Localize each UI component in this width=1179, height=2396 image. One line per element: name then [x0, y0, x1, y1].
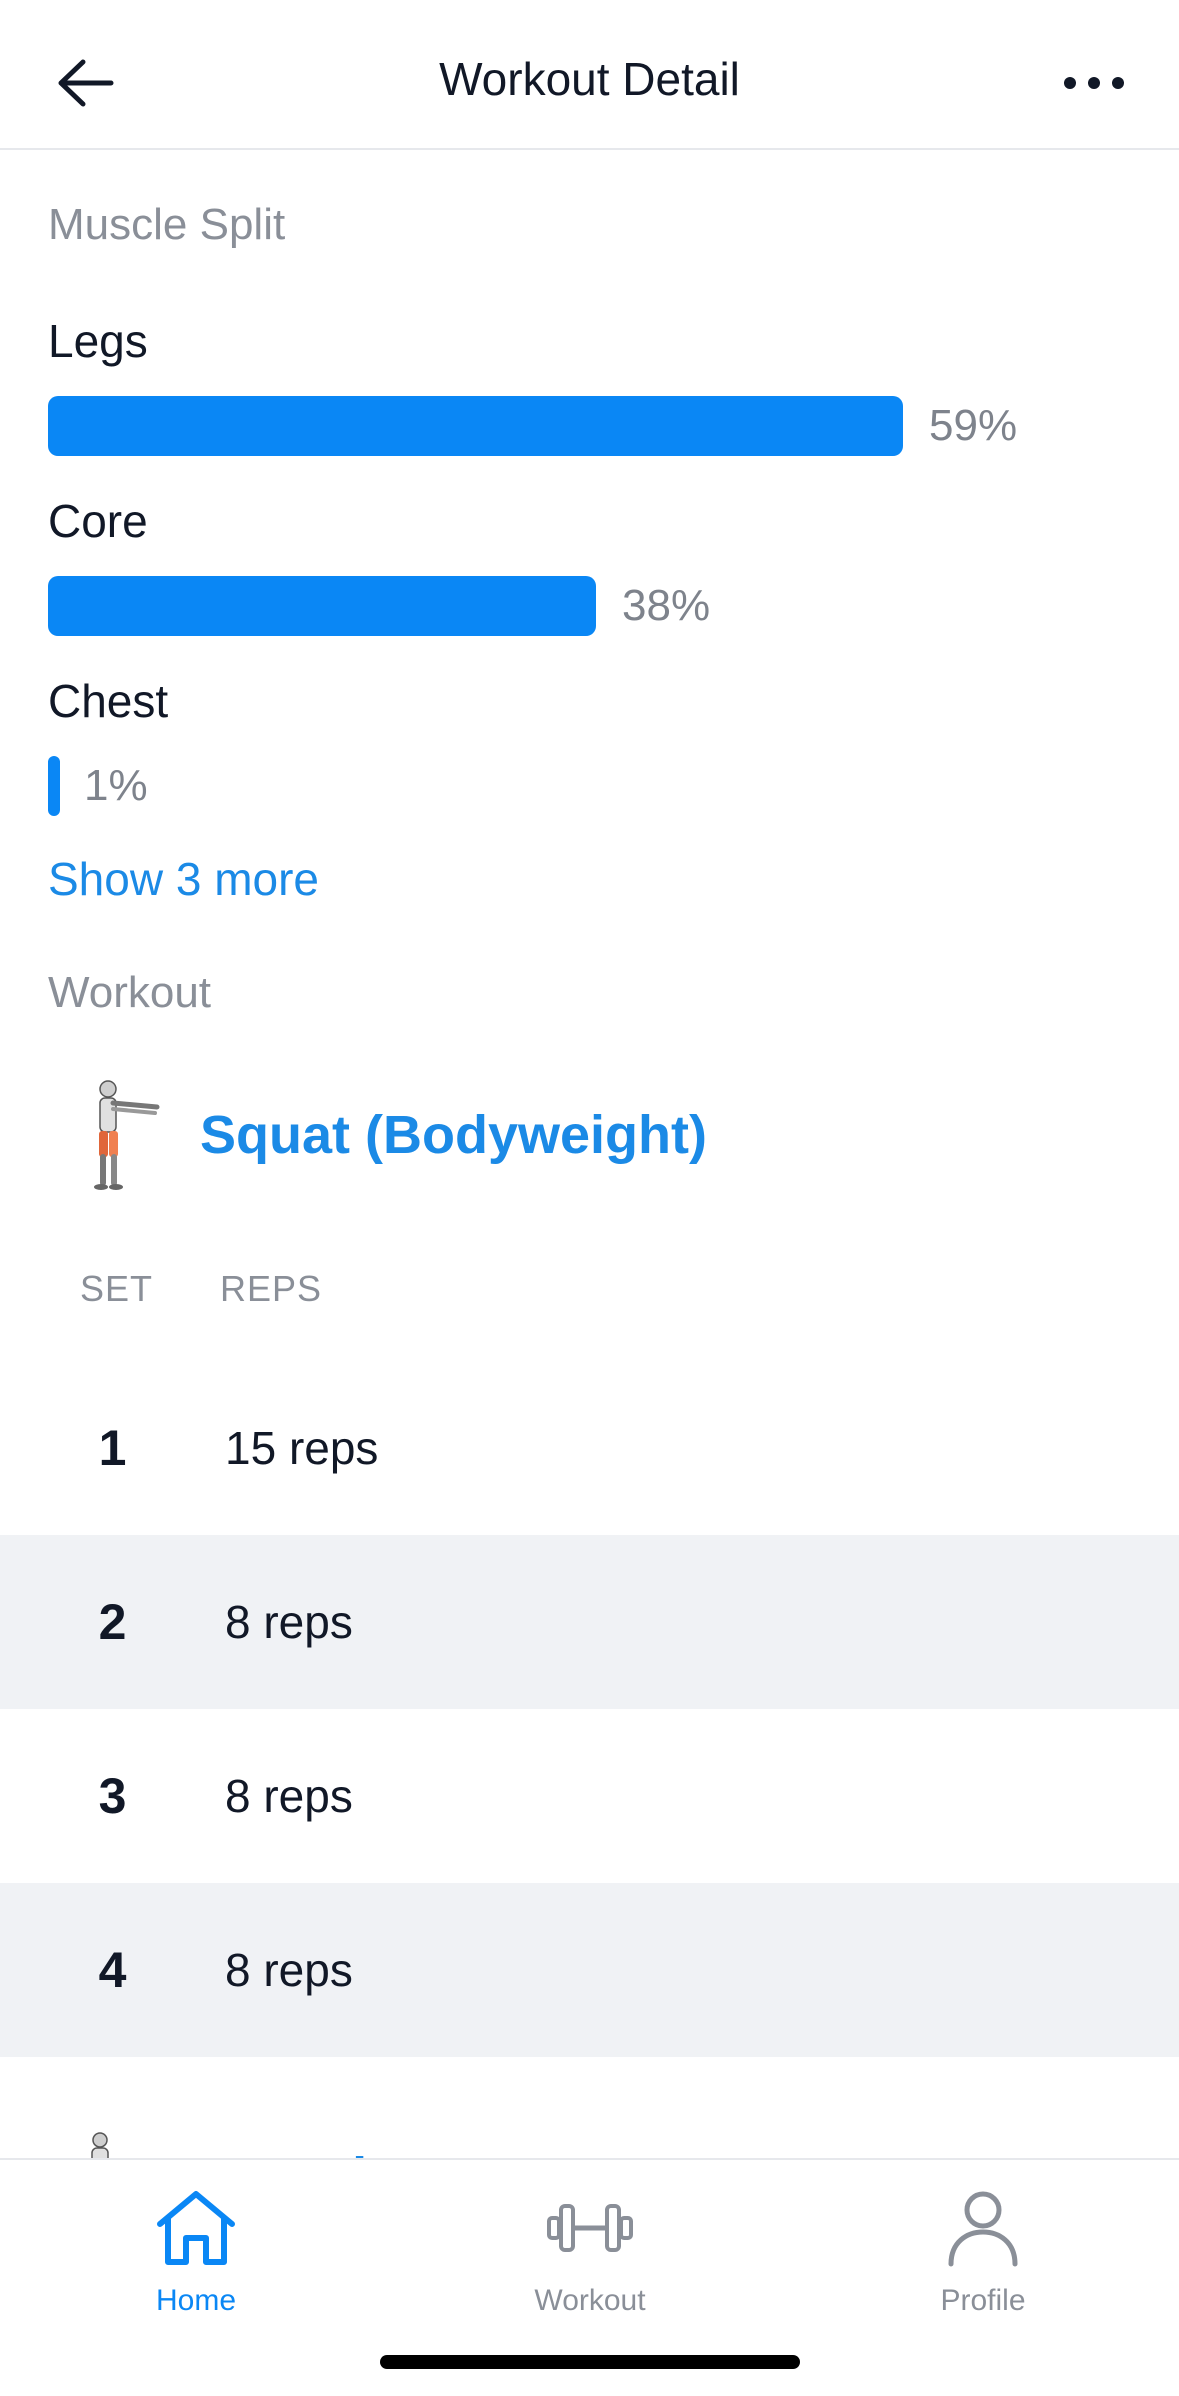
page-title: Workout Detail	[439, 53, 740, 105]
muscle-name-core: Core	[48, 495, 148, 547]
set-number: 3	[98, 1768, 127, 1824]
more-horizontal-icon	[1064, 77, 1124, 89]
top-nav-bar: Workout Detail	[0, 0, 1179, 150]
more-options-button[interactable]	[1049, 38, 1139, 128]
set-number: 4	[98, 1942, 127, 1998]
column-header-reps: REPS	[220, 1268, 323, 1309]
tab-workout[interactable]: Workout	[460, 2180, 720, 2318]
workout-label: Workout	[48, 968, 212, 1017]
muscle-bar-row-core: 38%	[48, 576, 710, 636]
set-number: 2	[98, 1594, 127, 1650]
dumbbell-icon	[542, 2180, 638, 2276]
muscle-percent-core: 38%	[622, 581, 711, 630]
set-row-1: 1 15 reps	[0, 1361, 1179, 1535]
set-row-2: 2 8 reps	[0, 1535, 1179, 1709]
set-reps: 8 reps	[225, 1944, 353, 1996]
set-reps: 8 reps	[225, 1596, 353, 1648]
set-reps: 15 reps	[225, 1422, 379, 1474]
tab-home[interactable]: Home	[66, 2180, 326, 2318]
muscle-split-label: Muscle Split	[48, 200, 286, 249]
set-row-4: 4 8 reps	[0, 1883, 1179, 2057]
tab-label-workout: Workout	[534, 2284, 646, 2317]
muscle-percent-chest: 1%	[84, 761, 148, 810]
muscle-bar-row-chest: 1%	[48, 756, 148, 816]
tab-profile[interactable]: Profile	[853, 2180, 1113, 2318]
set-row-3: 3 8 reps	[0, 1709, 1179, 1883]
home-icon	[148, 2180, 244, 2276]
home-indicator	[380, 2355, 800, 2369]
muscle-percent-legs: 59%	[929, 401, 1018, 450]
muscle-bar-row-legs: 59%	[48, 396, 1017, 456]
tab-label-home: Home	[155, 2284, 237, 2317]
muscle-name-legs: Legs	[48, 315, 148, 367]
exercise-header[interactable]: Squat (Bodyweight)	[48, 1075, 707, 1195]
muscle-name-chest: Chest	[48, 675, 169, 727]
column-header-set: SET	[80, 1268, 154, 1309]
exercise-name[interactable]: Squat (Bodyweight)	[200, 1104, 707, 1166]
set-reps: 8 reps	[225, 1770, 353, 1822]
muscle-bar-core	[48, 576, 596, 636]
person-icon	[935, 2180, 1031, 2276]
squat-figure-icon	[48, 1075, 168, 1195]
show-more-link[interactable]: Show 3 more	[48, 852, 319, 906]
muscle-bar-chest	[48, 756, 60, 816]
set-number: 1	[98, 1420, 127, 1476]
tab-label-profile: Profile	[940, 2284, 1026, 2317]
muscle-bar-legs	[48, 396, 903, 456]
